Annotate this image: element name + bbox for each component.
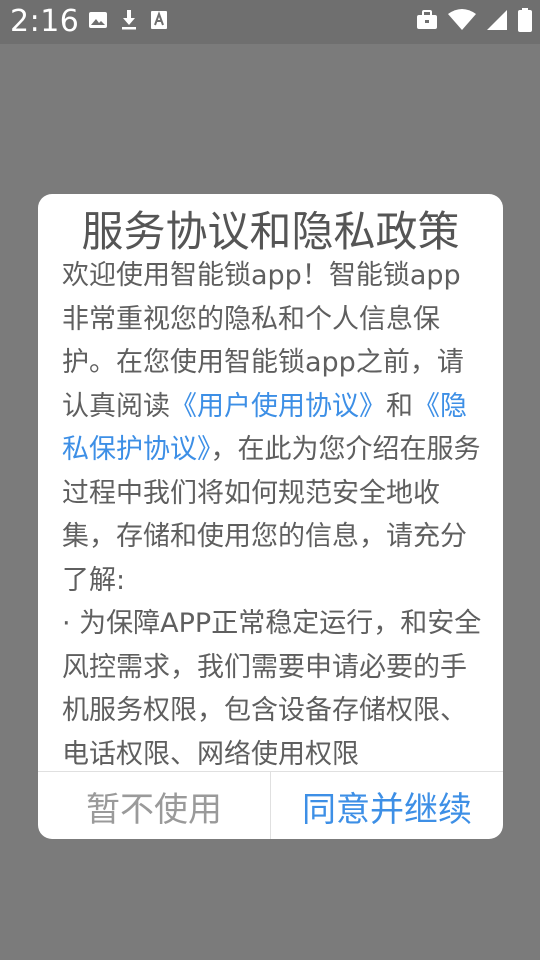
a-icon bbox=[150, 10, 168, 30]
wifi-icon bbox=[448, 9, 476, 31]
battery-icon bbox=[518, 8, 532, 32]
user-agreement-link[interactable]: 《用户使用协议》 bbox=[170, 391, 386, 422]
and-text: 和 bbox=[386, 390, 413, 422]
privacy-dialog: 服务协议和隐私政策 欢迎使用智能锁app！智能锁app非常重视您的隐私和个人信息… bbox=[38, 194, 503, 839]
dialog-footer: 暂不使用 同意并继续 bbox=[38, 771, 503, 839]
decline-button[interactable]: 暂不使用 bbox=[38, 772, 271, 839]
agreement-paragraph: 欢迎使用智能锁app！智能锁app非常重视您的隐私和个人信息保护。在您使用智能锁… bbox=[62, 254, 482, 602]
dialog-body[interactable]: 欢迎使用智能锁app！智能锁app非常重视您的隐私和个人信息保护。在您使用智能锁… bbox=[62, 254, 482, 771]
permission-bullet: · 为保障APP正常稳定运行，和安全风控需求，我们需要申请必要的手机服务权限，包… bbox=[62, 608, 482, 770]
agree-button[interactable]: 同意并继续 bbox=[271, 772, 503, 839]
status-left-icons bbox=[88, 8, 168, 32]
download-icon bbox=[120, 9, 138, 31]
status-bar: 2:16 bbox=[0, 0, 540, 44]
signal-icon bbox=[486, 9, 508, 31]
briefcase-icon bbox=[416, 10, 438, 30]
status-right-icons bbox=[416, 6, 532, 34]
status-time: 2:16 bbox=[10, 4, 80, 39]
image-icon bbox=[88, 10, 108, 30]
dialog-title: 服务协议和隐私政策 bbox=[81, 207, 460, 256]
